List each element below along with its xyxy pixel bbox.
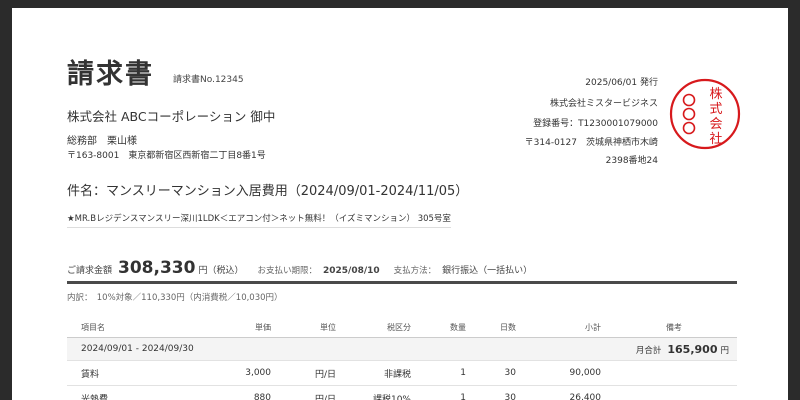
period-total-unit: 円 (720, 345, 729, 356)
cell-subtotal: 26,400 (517, 385, 602, 400)
seal-char-4: 社 (709, 131, 722, 147)
total-amount-row: ご請求金額 308,330 円（税込） お支払い期限： 2025/08/10 支払方法： 銀… (67, 258, 532, 278)
table-row: 賃料 3,000 円/日 非課税 1 30 90,000 (67, 360, 737, 386)
period-row: 2024/09/01 - 2024/09/30 月合計 165,900 円 (67, 337, 737, 361)
period-total-label: 月合計 (635, 345, 662, 356)
payment-method: 銀行振込（一括払い） (442, 266, 533, 276)
cell-price: 3,000 (217, 360, 272, 386)
line-items-table: 項目名 単価 単位 税区分 数量 日数 小計 備考 2024/09/01 - 2… (67, 318, 737, 400)
seal-char-2: 式 (709, 102, 722, 117)
cell-days: 30 (467, 360, 517, 386)
cell-qty: 1 (412, 385, 467, 400)
cell-note (602, 385, 737, 400)
table-header-row: 項目名 単価 単位 税区分 数量 日数 小計 備考 (67, 318, 737, 338)
client-department: 総務部 栗山様 (67, 136, 137, 147)
company-seal-stamp: 株 式 会 社 (669, 78, 741, 150)
seal-circle-2 (682, 107, 696, 121)
col-header-qty: 数量 (412, 318, 467, 338)
property-name: ★MR.Bレジデンスマンスリー深川1LDK＜エアコン付＞ネット無料！（イズミマン… (67, 212, 451, 228)
cell-tax: 課税10% (337, 385, 412, 400)
issuer-address-line1: 〒314-0127 茨城県神栖市木崎 (524, 138, 658, 148)
col-header-unit: 単位 (272, 318, 337, 338)
seal-ring (669, 78, 741, 150)
col-header-note: 備考 (602, 318, 737, 338)
cell-tax: 非課税 (337, 360, 412, 386)
total-label: ご請求金額 (67, 266, 113, 276)
client-address: 〒163-8001 東京都新宿区西新宿二丁目8番1号 (67, 151, 266, 161)
cell-note (602, 360, 737, 386)
col-header-days: 日数 (467, 318, 517, 338)
col-header-subtotal: 小計 (517, 318, 602, 338)
total-divider (67, 281, 737, 284)
cell-unit: 円/日 (272, 385, 337, 400)
cell-unit: 円/日 (272, 360, 337, 386)
seal-char-1: 株 (709, 87, 722, 102)
cell-qty: 1 (412, 360, 467, 386)
table-row: 光熱費 880 円/日 課税10% 1 30 26,400 (67, 385, 737, 400)
tax-breakdown: 内訳： 10%対象／110,330円（内消費税／10,030円） (67, 293, 283, 303)
cell-price: 880 (217, 385, 272, 400)
period-total: 月合計 165,900 円 (602, 337, 737, 361)
payment-method-label: 支払方法： (393, 266, 437, 276)
col-header-tax: 税区分 (337, 318, 412, 338)
due-date: 2025/08/10 (322, 266, 380, 276)
total-amount: 308,330 (118, 258, 196, 278)
invoice-subject: 件名：マンスリーマンション入居費用（2024/09/01-2024/11/05） (67, 184, 469, 199)
invoice-page: 請求書 請求書No.12345 株式会社 ABCコーポレーション 御中 総務部 … (12, 8, 788, 400)
seal-char-3: 会 (709, 117, 722, 132)
total-unit: 円（税込） (198, 266, 244, 276)
issuer-name: 株式会社ミスタービジネス (549, 99, 658, 109)
registration-number: 登録番号：T1230001079000 (533, 119, 658, 129)
seal-circle-3 (682, 121, 696, 135)
period-label: 2024/09/01 - 2024/09/30 (67, 337, 602, 361)
invoice-title: 請求書 (67, 59, 154, 90)
client-name: 株式会社 ABCコーポレーション 御中 (67, 109, 276, 124)
cell-item: 賃料 (67, 360, 217, 386)
cell-days: 30 (467, 385, 517, 400)
invoice-number: 請求書No.12345 (173, 75, 244, 85)
due-date-label: お支払い期限： (257, 266, 317, 276)
issue-date: 2025/06/01 発行 (585, 78, 658, 88)
period-total-value: 165,900 (667, 342, 718, 356)
seal-circle-1 (682, 93, 696, 107)
col-header-item: 項目名 (67, 318, 217, 338)
cell-subtotal: 90,000 (517, 360, 602, 386)
cell-item: 光熱費 (67, 385, 217, 400)
issuer-address-line2: 2398番地24 (605, 156, 658, 166)
col-header-price: 単価 (217, 318, 272, 338)
